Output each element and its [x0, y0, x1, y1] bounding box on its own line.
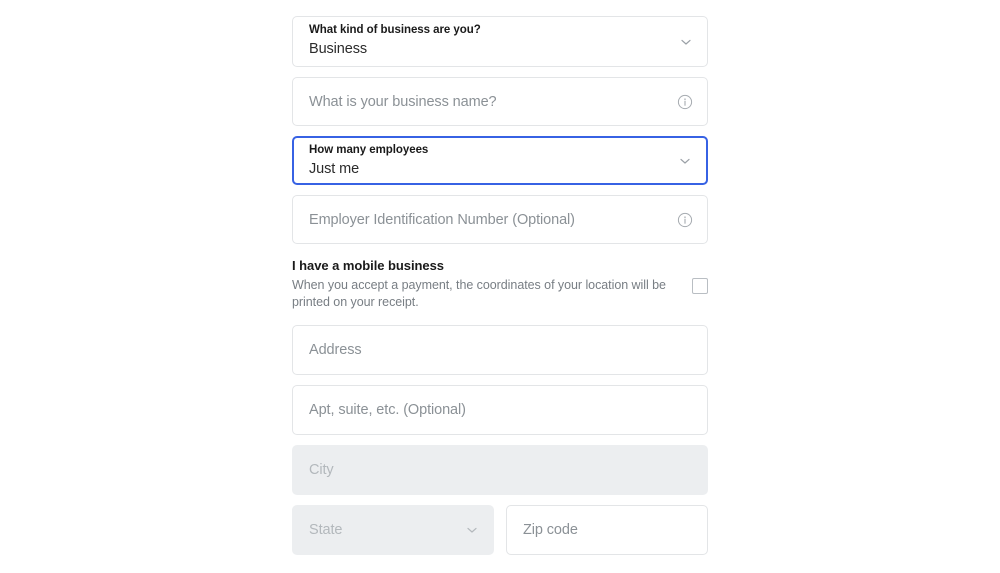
mobile-business-description: When you accept a payment, the coordinat…	[292, 278, 666, 309]
city-input[interactable]: City	[292, 445, 708, 495]
mobile-business-section: I have a mobile business When you accept…	[292, 257, 708, 310]
chevron-down-icon	[678, 154, 692, 168]
business-type-select[interactable]: What kind of business are you? Business	[292, 16, 708, 67]
mobile-business-title: I have a mobile business	[292, 258, 444, 273]
address-placeholder: Address	[309, 342, 362, 358]
zip-placeholder: Zip code	[523, 522, 578, 538]
business-name-placeholder: What is your business name?	[309, 93, 497, 110]
employees-value: Just me	[309, 160, 360, 177]
employees-label: How many employees	[309, 143, 429, 156]
address-input[interactable]: Address	[292, 325, 708, 375]
zip-input[interactable]: Zip code	[506, 505, 708, 555]
business-info-form: What kind of business are you? Business …	[292, 16, 708, 565]
business-info-form-page: What kind of business are you? Business …	[0, 0, 1000, 573]
business-type-value: Business	[309, 41, 368, 57]
business-type-label: What kind of business are you?	[309, 24, 481, 36]
business-name-input[interactable]: What is your business name?	[292, 77, 708, 126]
chevron-down-icon	[679, 35, 693, 49]
chevron-down-icon	[465, 523, 479, 537]
mobile-business-checkbox[interactable]	[692, 278, 708, 294]
ein-placeholder: Employer Identification Number (Optional…	[309, 211, 575, 228]
apt-placeholder: Apt, suite, etc. (Optional)	[309, 402, 466, 418]
state-zip-row: State Zip code	[292, 505, 708, 555]
state-placeholder: State	[309, 522, 343, 538]
employees-select[interactable]: How many employees Just me	[292, 136, 708, 185]
info-icon[interactable]	[677, 94, 693, 110]
state-select[interactable]: State	[292, 505, 494, 555]
info-icon[interactable]	[677, 212, 693, 228]
ein-input[interactable]: Employer Identification Number (Optional…	[292, 195, 708, 244]
apt-input[interactable]: Apt, suite, etc. (Optional)	[292, 385, 708, 435]
city-placeholder: City	[309, 462, 334, 478]
